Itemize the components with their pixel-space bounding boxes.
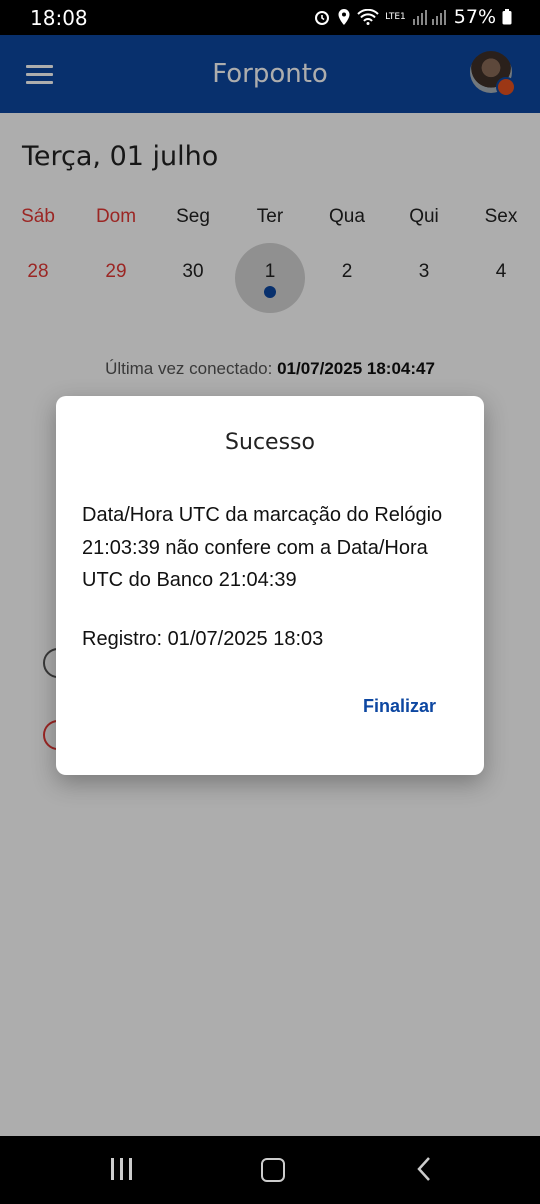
status-time: 18:08: [30, 6, 88, 30]
signal-icon: [412, 10, 446, 25]
location-icon: [338, 9, 350, 25]
dialog-title: Sucesso: [225, 430, 315, 455]
dialog-message: Data/Hora UTC da marcação do Relógio 21:…: [82, 504, 443, 591]
wifi-icon: [357, 9, 379, 25]
dialog-registro: Registro: 01/07/2025 18:03: [82, 628, 324, 650]
battery-icon: [502, 9, 512, 25]
recent-apps-icon[interactable]: [111, 1158, 135, 1180]
navigation-bar: [0, 1136, 540, 1204]
back-icon[interactable]: [415, 1156, 433, 1182]
success-dialog: Sucesso Data/Hora UTC da marcação do Rel…: [56, 396, 484, 775]
alarm-icon: [315, 11, 330, 25]
network-label: LTE1: [385, 11, 406, 22]
battery-text: 57%: [453, 6, 496, 28]
status-icons: LTE1 57%: [313, 6, 512, 28]
finalizar-button[interactable]: Finalizar: [363, 696, 436, 717]
home-icon[interactable]: [261, 1158, 285, 1182]
status-bar: 18:08 LTE1 57%: [0, 0, 540, 35]
